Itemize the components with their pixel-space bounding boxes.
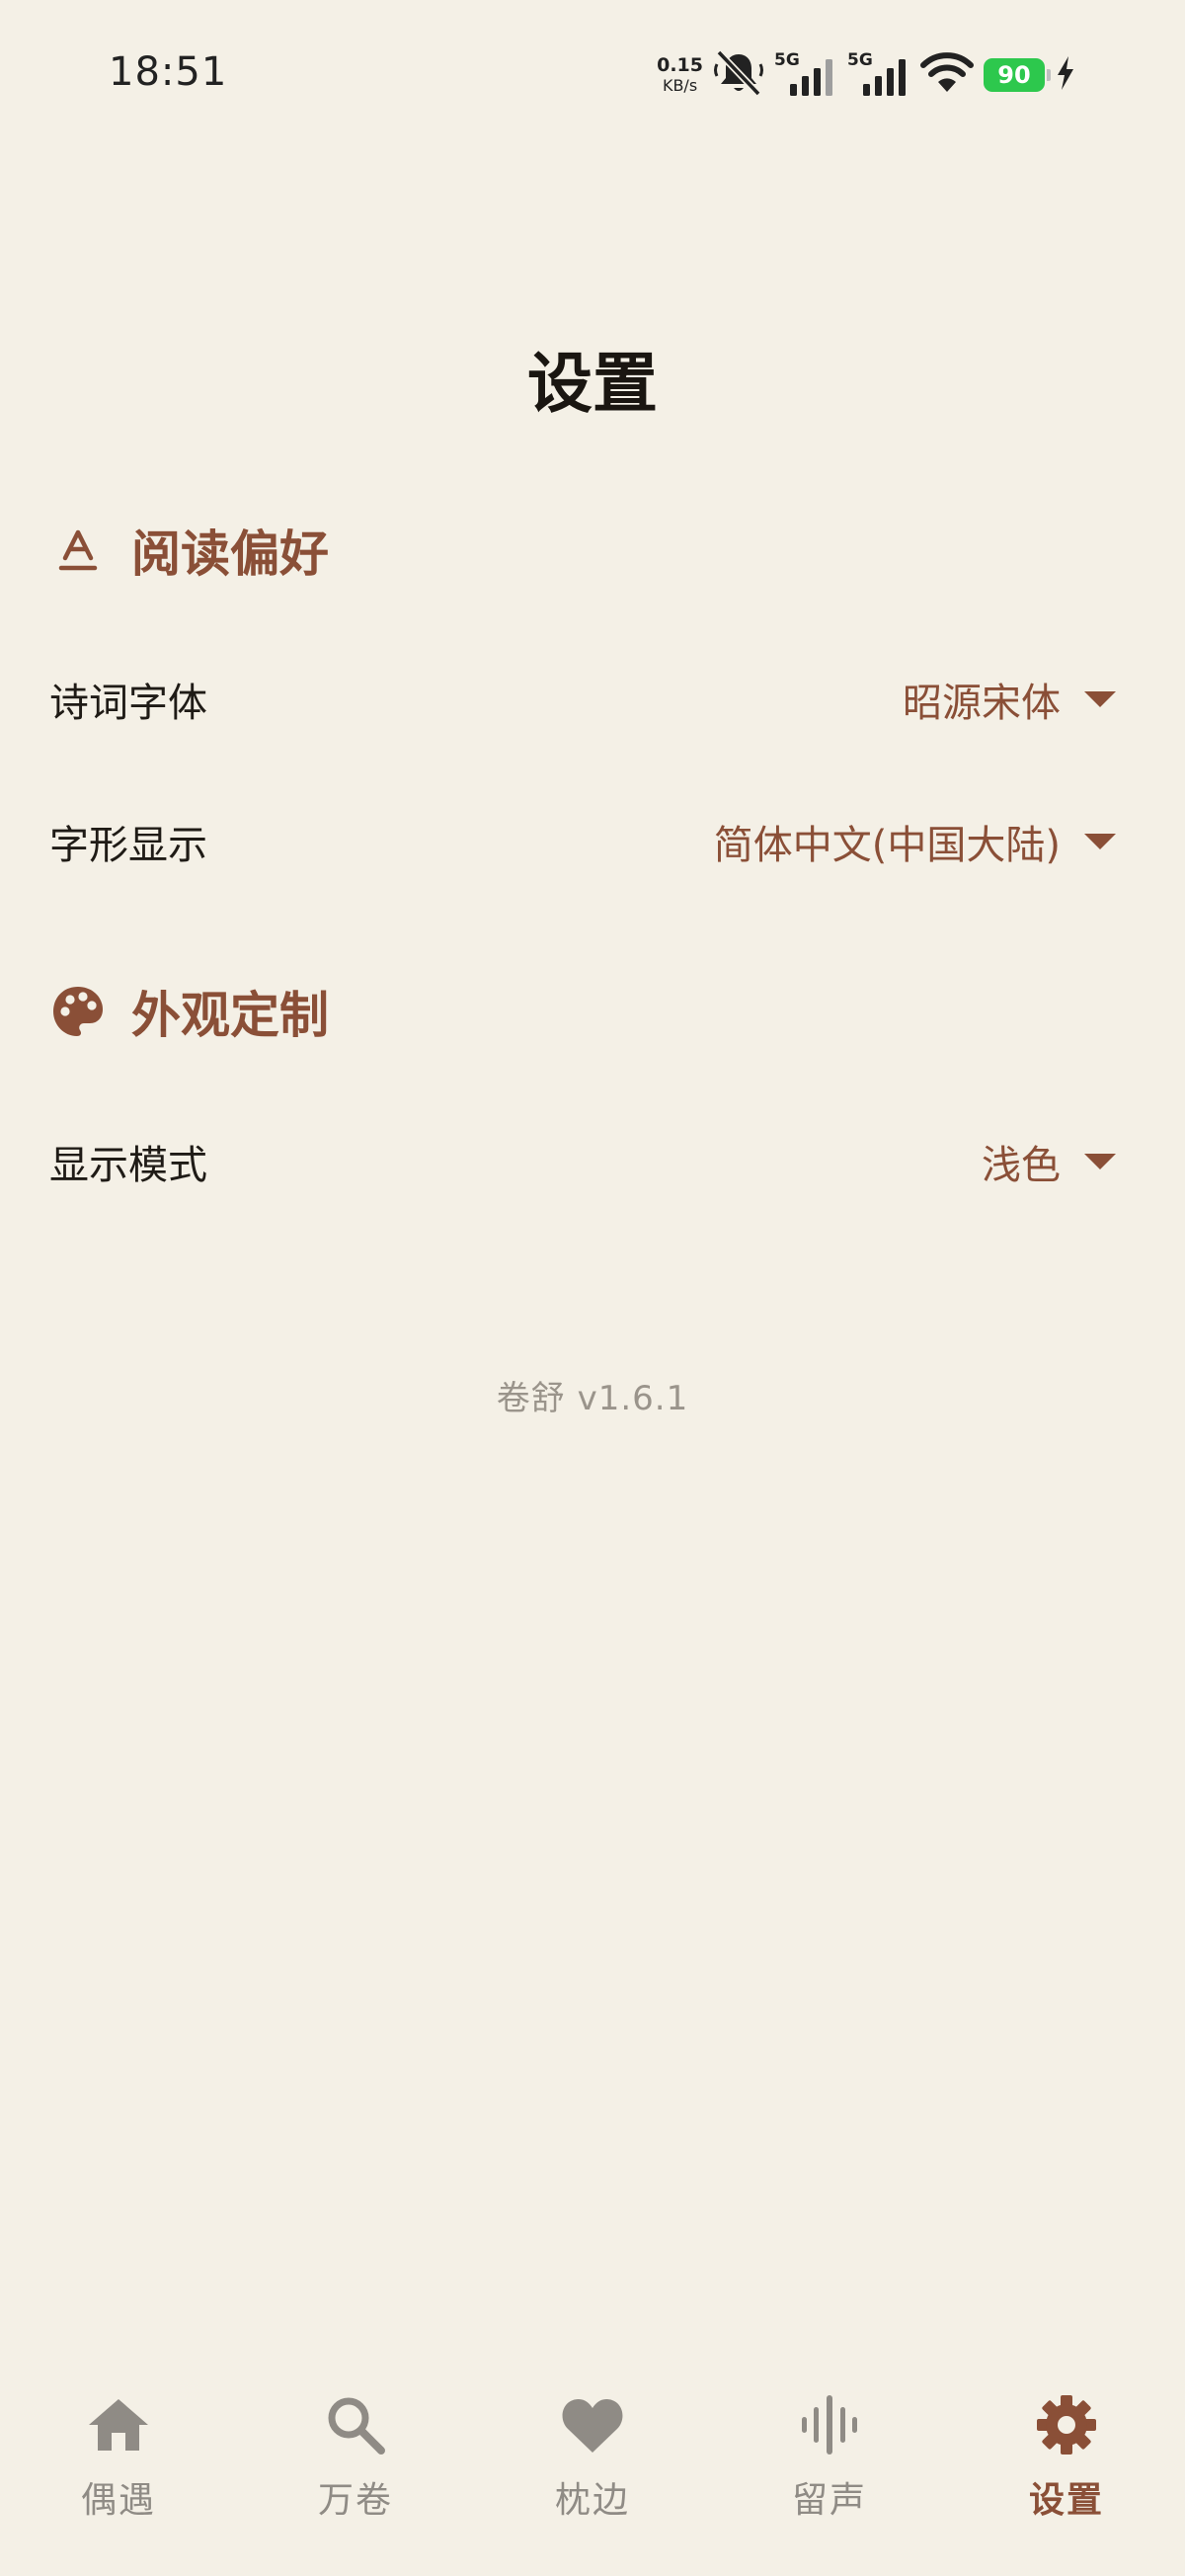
network-speed: 0.15 KB/s	[657, 56, 703, 94]
search-icon	[321, 2390, 390, 2459]
glyph-display-value: 简体中文(中国大陆)	[713, 823, 1061, 868]
poem-font-value: 昭源宋体	[903, 681, 1061, 726]
bottom-nav: 偶遇 万卷 枕边 留声 设置	[0, 2371, 1185, 2576]
battery-indicator: 90	[984, 58, 1051, 92]
setting-name-glyph-display: 字形显示	[49, 823, 207, 868]
nav-item-encounter[interactable]: 偶遇	[0, 2371, 237, 2576]
gear-icon	[1032, 2390, 1101, 2459]
app-version: 卷舒 v1.6.1	[496, 1379, 689, 1418]
nav-item-settings[interactable]: 设置	[948, 2371, 1185, 2576]
palette-icon	[49, 983, 107, 1040]
display-mode-dropdown[interactable]: 浅色	[982, 1133, 1116, 1190]
sim1-signal: 5G	[774, 50, 837, 100]
setting-name-poem-font: 诗词字体	[49, 681, 207, 726]
section-header-appearance: 外观定制	[49, 972, 329, 1051]
page-title: 设置	[527, 346, 658, 422]
nav-item-library[interactable]: 万卷	[237, 2371, 474, 2576]
caret-down-icon	[1084, 834, 1116, 849]
sim2-signal: 5G	[847, 50, 910, 100]
setting-row-display-mode: 显示模式 浅色	[49, 1117, 1116, 1206]
setting-name-display-mode: 显示模式	[49, 1143, 207, 1188]
audio-wave-icon	[795, 2390, 864, 2459]
section-title-reading: 阅读偏好	[131, 525, 329, 583]
signal-bars-icon	[790, 59, 832, 96]
setting-row-poem-font: 诗词字体 昭源宋体	[49, 655, 1116, 744]
home-icon	[84, 2390, 153, 2459]
caret-down-icon	[1084, 1154, 1116, 1169]
nav-item-bedside[interactable]: 枕边	[474, 2371, 711, 2576]
signal-bars-icon	[863, 59, 906, 96]
nav-label-encounter: 偶遇	[80, 2480, 156, 2521]
network-speed-unit: KB/s	[662, 76, 698, 95]
nav-label-settings: 设置	[1028, 2480, 1104, 2521]
display-mode-value: 浅色	[982, 1143, 1061, 1188]
nav-label-bedside: 枕边	[554, 2480, 630, 2521]
nav-label-voice: 留声	[791, 2480, 867, 2521]
status-icons: 0.15 KB/s 5G 5G 90	[657, 47, 1076, 103]
poem-font-dropdown[interactable]: 昭源宋体	[903, 671, 1116, 728]
caret-down-icon	[1084, 691, 1116, 707]
nav-item-voice[interactable]: 留声	[711, 2371, 948, 2576]
text-format-icon	[49, 522, 107, 579]
status-bar: 18:51 0.15 KB/s 5G 5G 90	[0, 0, 1185, 148]
network-speed-value: 0.15	[657, 54, 703, 76]
nav-label-library: 万卷	[317, 2480, 393, 2521]
section-header-reading: 阅读偏好	[49, 511, 329, 590]
glyph-display-dropdown[interactable]: 简体中文(中国大陆)	[714, 813, 1116, 870]
heart-icon	[558, 2390, 627, 2459]
mute-bell-icon	[713, 48, 764, 102]
status-time: 18:51	[109, 49, 228, 95]
section-title-appearance: 外观定制	[131, 987, 329, 1044]
setting-row-glyph-display: 字形显示 简体中文(中国大陆)	[49, 797, 1116, 886]
charging-bolt-icon	[1055, 55, 1076, 95]
wifi-icon	[920, 52, 974, 98]
